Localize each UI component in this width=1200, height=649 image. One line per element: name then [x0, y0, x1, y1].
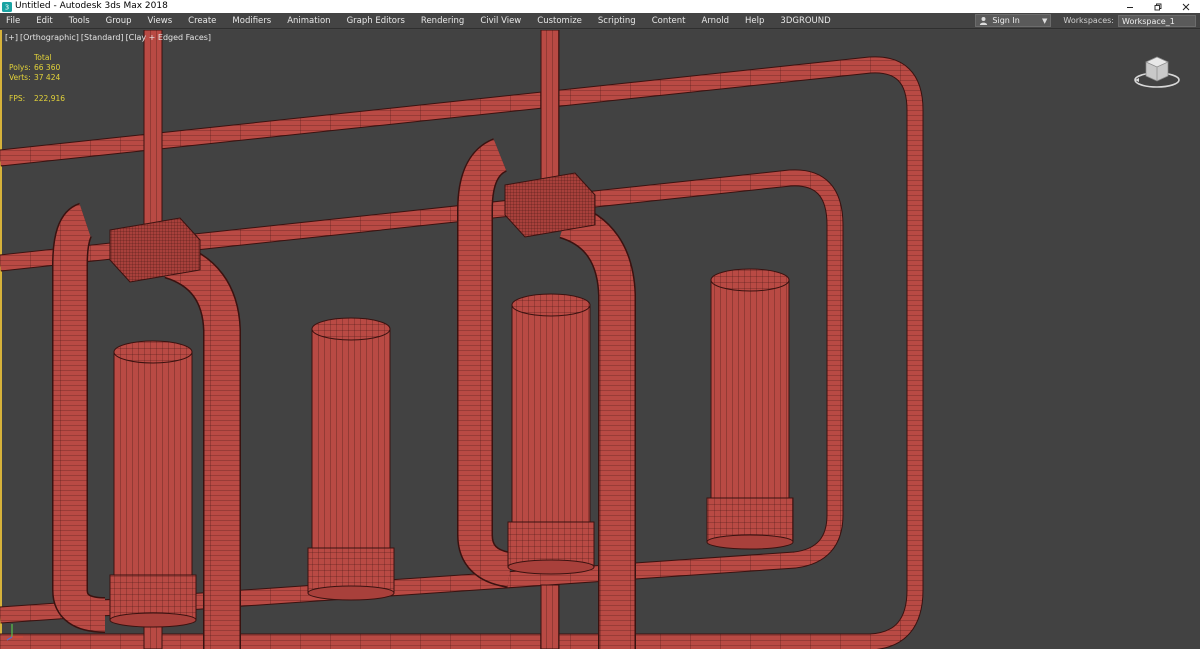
left-connector[interactable] — [109, 217, 201, 283]
viewport-label[interactable]: [+] [Orthographic] [Standard] [Clay + Edged… — [5, 33, 213, 42]
cylinder-2[interactable] — [307, 317, 395, 601]
workspace-select[interactable]: Workspace_1 — [1118, 14, 1196, 27]
lower-rod-right[interactable] — [540, 584, 560, 649]
menu-modifiers[interactable]: Modifiers — [224, 13, 279, 29]
menu-graph-editors[interactable]: Graph Editors — [339, 13, 413, 29]
title-bar: 3 Untitled - Autodesk 3ds Max 2018 — [0, 0, 1200, 13]
cylinder-1[interactable] — [109, 340, 197, 628]
chevron-down-icon: ▼ — [1042, 16, 1048, 25]
cylinder-4[interactable] — [706, 268, 794, 550]
stats-polys-label: Polys: — [9, 63, 31, 72]
close-button[interactable] — [1172, 0, 1200, 13]
viewport-statistics: Total Polys: 66 360 Verts: 37 424 FPS: 222,… — [9, 53, 74, 104]
menu-scripting[interactable]: Scripting — [590, 13, 644, 29]
restore-button[interactable] — [1144, 0, 1172, 13]
user-icon — [980, 16, 988, 25]
axis-tripod-icon — [6, 624, 23, 641]
stats-total-label: Total — [34, 53, 52, 62]
menu-bar: File Edit Tools Group Views Create Modif… — [0, 13, 1200, 29]
menu-create[interactable]: Create — [180, 13, 224, 29]
menu-civil-view[interactable]: Civil View — [472, 13, 529, 29]
menu-tools[interactable]: Tools — [61, 13, 98, 29]
menu-views[interactable]: Views — [140, 13, 181, 29]
menu-help[interactable]: Help — [737, 13, 772, 29]
stats-fps-label: FPS: — [9, 94, 26, 103]
svg-text:3: 3 — [5, 3, 9, 11]
right-connector[interactable] — [504, 172, 596, 238]
window-title: Untitled - Autodesk 3ds Max 2018 — [15, 1, 168, 11]
hanging-rod-left[interactable] — [143, 30, 163, 231]
cylinder-3[interactable] — [507, 293, 595, 575]
3dsmax-app-icon: 3 — [2, 1, 12, 12]
viewport-menu-plus[interactable]: [+] — [5, 33, 18, 42]
menu-file[interactable]: File — [0, 13, 28, 29]
menu-content[interactable]: Content — [644, 13, 694, 29]
viewport-menu-pov[interactable]: [Orthographic] — [20, 33, 79, 42]
stats-polys-value: 66 360 — [34, 63, 61, 72]
stats-verts-label: Verts: — [9, 73, 31, 82]
menu-3dground[interactable]: 3DGROUND — [772, 13, 838, 29]
hanging-rod-right[interactable] — [540, 30, 560, 191]
menu-arnold[interactable]: Arnold — [694, 13, 738, 29]
sign-in-label: Sign In — [992, 16, 1020, 25]
minimize-button[interactable] — [1116, 0, 1144, 13]
stats-fps-value: 222,916 — [34, 94, 66, 103]
workspaces-label: Workspaces: — [1063, 16, 1114, 25]
close-icon — [1182, 3, 1190, 10]
menu-edit[interactable]: Edit — [28, 13, 60, 29]
sign-in-dropdown[interactable]: Sign In ▼ — [975, 14, 1052, 27]
scene-geometry[interactable] — [0, 30, 1200, 649]
viewcube-icon[interactable] — [1132, 50, 1182, 92]
menu-animation[interactable]: Animation — [279, 13, 338, 29]
minimize-icon — [1127, 6, 1133, 8]
stats-verts-value: 37 424 — [34, 73, 61, 82]
viewport-menu-shading[interactable]: [Clay + Edged Faces] — [126, 33, 212, 42]
menu-rendering[interactable]: Rendering — [413, 13, 472, 29]
menu-customize[interactable]: Customize — [529, 13, 590, 29]
menu-group[interactable]: Group — [98, 13, 140, 29]
perspective-viewport[interactable]: [+] [Orthographic] [Standard] [Clay + Edged… — [0, 30, 1200, 649]
viewport-menu-standard[interactable]: [Standard] — [81, 33, 124, 42]
restore-icon — [1154, 3, 1162, 10]
